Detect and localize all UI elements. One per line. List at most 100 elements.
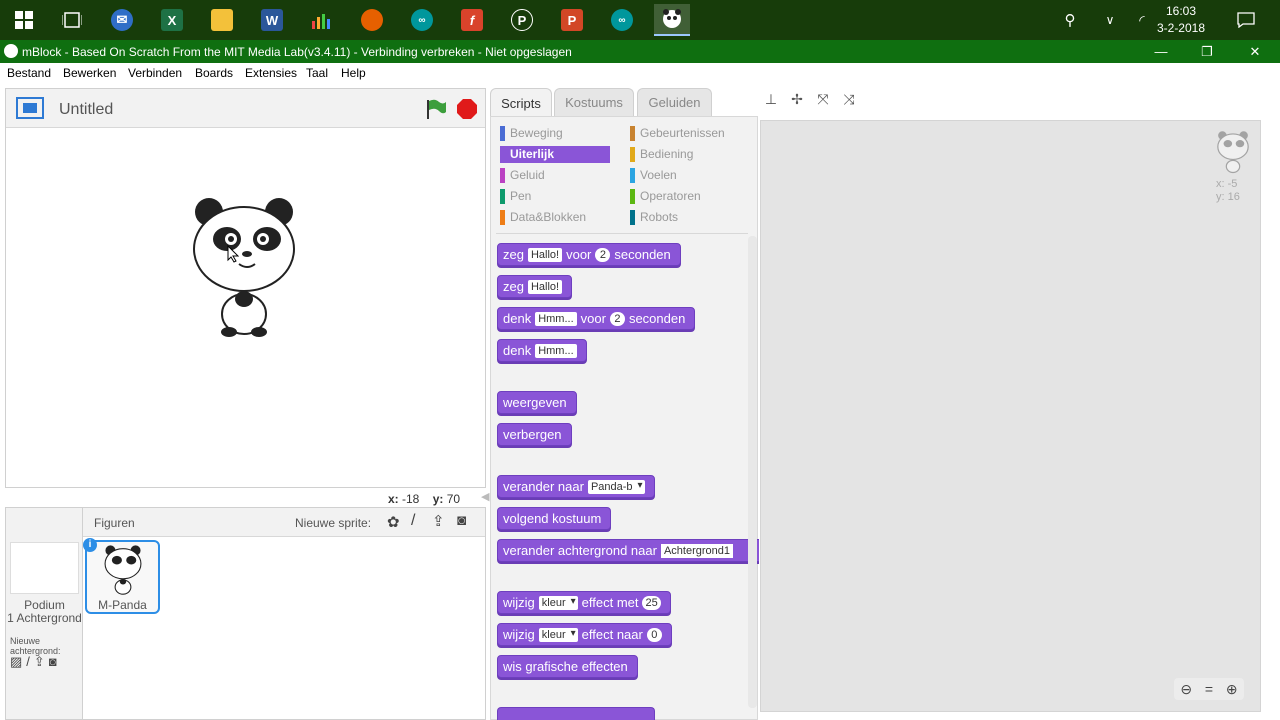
category-pen[interactable]: Pen bbox=[500, 188, 610, 205]
category-gebeurtenissen[interactable]: Gebeurtenissen bbox=[630, 125, 750, 142]
category-voelen[interactable]: Voelen bbox=[630, 167, 750, 184]
category-data-blokken[interactable]: Data&Blokken bbox=[500, 209, 610, 226]
category-uiterlijk[interactable]: Uiterlijk bbox=[500, 146, 610, 163]
category-beweging[interactable]: Beweging bbox=[500, 125, 610, 142]
block-think[interactable]: denk Hmm... bbox=[497, 339, 587, 362]
tray-overflow-button[interactable]: ∨ bbox=[1092, 4, 1128, 36]
script-area[interactable] bbox=[760, 120, 1261, 712]
powerpoint-button[interactable]: P bbox=[554, 4, 590, 36]
menu-bestand[interactable]: Bestand bbox=[7, 66, 51, 80]
menu-verbinden[interactable]: Verbinden bbox=[128, 66, 182, 80]
stop-button[interactable] bbox=[456, 98, 478, 123]
block-say-for-secs[interactable]: zeg Hallo! voor 2 seconden bbox=[497, 243, 681, 266]
sprite-upload-icon[interactable]: ⇪ bbox=[432, 512, 445, 530]
sprite-paint-icon[interactable]: / bbox=[411, 512, 415, 530]
mblock-taskbar-button[interactable] bbox=[654, 4, 690, 36]
menu-help[interactable]: Help bbox=[341, 66, 366, 80]
effect-dropdown[interactable]: kleur bbox=[538, 627, 578, 642]
menu-extensies[interactable]: Extensies bbox=[245, 66, 297, 80]
block-next-costume[interactable]: volgend kostuum bbox=[497, 507, 612, 530]
category-robots[interactable]: Robots bbox=[630, 209, 750, 226]
sprite-tile-m-panda[interactable]: i M-Panda bbox=[83, 538, 160, 614]
people-button[interactable]: ⚲ bbox=[1052, 4, 1088, 36]
sprite-library-icon[interactable]: ✿ bbox=[387, 513, 400, 531]
sprite-camera-icon[interactable]: ◙ bbox=[457, 512, 466, 529]
block-text-input[interactable]: Hallo! bbox=[527, 279, 563, 294]
backdrop-library-icon[interactable]: ▨ bbox=[10, 654, 22, 670]
stage-panda-sprite[interactable] bbox=[189, 194, 299, 342]
costume-dropdown[interactable]: Panda-b bbox=[587, 479, 645, 494]
block-text-input[interactable]: Hmm... bbox=[535, 343, 577, 358]
fullscreen-icon bbox=[16, 97, 44, 119]
block-partial-next[interactable] bbox=[497, 707, 655, 720]
block-think-for-secs[interactable]: denk Hmm... voor 2 seconden bbox=[497, 307, 696, 330]
restore-button[interactable]: ❐ bbox=[1184, 40, 1230, 63]
block-hide[interactable]: verbergen bbox=[497, 423, 572, 446]
excel-button[interactable]: X bbox=[154, 4, 190, 36]
category-geluid[interactable]: Geluid bbox=[500, 167, 610, 184]
effect-dropdown[interactable]: kleur bbox=[538, 595, 578, 610]
fritzing-button[interactable]: f bbox=[454, 4, 490, 36]
mouse-x-value: -18 bbox=[402, 492, 420, 506]
block-set-effect[interactable]: wijzigkleureffect naar0 bbox=[497, 623, 672, 646]
chevron-up-icon: ∨ bbox=[1105, 13, 1115, 27]
block-number-input[interactable]: 0 bbox=[646, 627, 662, 642]
block-clear-effects[interactable]: wis grafische effecten bbox=[497, 655, 638, 678]
duplicate-tool-button[interactable]: ⊥ bbox=[762, 90, 780, 108]
equalizer-app-button[interactable] bbox=[304, 4, 340, 36]
zoom-in-icon[interactable]: ⊕ bbox=[1226, 681, 1238, 698]
file-explorer-button[interactable] bbox=[204, 4, 240, 36]
block-number-input[interactable]: 2 bbox=[595, 247, 611, 262]
close-button[interactable]: ✕ bbox=[1232, 40, 1278, 63]
backdrop-upload-icon[interactable]: ⇪ bbox=[34, 654, 45, 670]
arduino-button[interactable]: ∞ bbox=[404, 4, 440, 36]
menu-boards[interactable]: Boards bbox=[195, 66, 233, 80]
tab-scripts[interactable]: Scripts bbox=[490, 88, 552, 117]
fullscreen-button[interactable] bbox=[16, 97, 44, 122]
block-switch-backdrop[interactable]: verander achtergrond naar Achtergrond1 bbox=[497, 539, 759, 562]
zoom-reset-icon[interactable]: = bbox=[1205, 681, 1213, 697]
block-say[interactable]: zeg Hallo! bbox=[497, 275, 573, 298]
block-change-effect[interactable]: wijzigkleureffect met25 bbox=[497, 591, 671, 614]
action-center-button[interactable] bbox=[1228, 4, 1264, 36]
category-bediening[interactable]: Bediening bbox=[630, 146, 750, 163]
backdrop-paint-icon[interactable]: / bbox=[26, 654, 30, 670]
word-button[interactable]: W bbox=[254, 4, 290, 36]
windows-taskbar: ✉ X W ∞ f P P ∞ ⚲ ∨ ◜ 16:03 3-2-2018 bbox=[0, 0, 1280, 40]
thunderbird-button[interactable]: ✉ bbox=[104, 4, 140, 36]
zoom-out-icon[interactable]: ⊖ bbox=[1180, 681, 1192, 698]
block-show[interactable]: weergeven bbox=[497, 391, 577, 414]
category-label: Data&Blokken bbox=[510, 210, 587, 224]
arduino-button-2[interactable]: ∞ bbox=[604, 4, 640, 36]
fritzing-icon: f bbox=[461, 9, 483, 31]
firefox-button[interactable] bbox=[354, 4, 390, 36]
pixel-app-button[interactable]: P bbox=[504, 4, 540, 36]
tab-kostuums[interactable]: Kostuums bbox=[554, 88, 634, 116]
block-number-input[interactable]: 25 bbox=[642, 595, 661, 610]
podium-thumbnail[interactable] bbox=[10, 542, 79, 594]
tab-geluiden[interactable]: Geluiden bbox=[637, 88, 712, 116]
menu-taal[interactable]: Taal bbox=[306, 66, 328, 80]
grow-tool-button[interactable]: ⤧ bbox=[814, 90, 832, 108]
minimize-button[interactable]: — bbox=[1138, 40, 1184, 63]
palette-scrollbar[interactable] bbox=[748, 236, 757, 708]
backdrop-dropdown[interactable]: Achtergrond1 bbox=[660, 543, 733, 558]
project-title[interactable]: Untitled bbox=[59, 101, 113, 119]
block-switch-costume[interactable]: verander naar Panda-b bbox=[497, 475, 655, 498]
arduino-icon: ∞ bbox=[611, 9, 633, 31]
delete-tool-button[interactable]: ✢ bbox=[788, 90, 806, 108]
start-button[interactable] bbox=[6, 4, 42, 36]
menu-bewerken[interactable]: Bewerken bbox=[63, 66, 116, 80]
tray-clock[interactable]: 16:03 3-2-2018 bbox=[1146, 3, 1216, 37]
category-label: Gebeurtenissen bbox=[640, 126, 725, 140]
collapse-stage-arrow[interactable]: ◀ bbox=[481, 490, 489, 503]
shrink-tool-button[interactable]: ⤨ bbox=[840, 90, 858, 108]
backdrop-camera-icon[interactable]: ◙ bbox=[49, 654, 57, 670]
info-icon[interactable]: i bbox=[83, 538, 97, 552]
category-operatoren[interactable]: Operatoren bbox=[630, 188, 750, 205]
block-text-input[interactable]: Hallo! bbox=[527, 247, 563, 262]
block-number-input[interactable]: 2 bbox=[609, 311, 625, 326]
task-view-button[interactable] bbox=[54, 4, 90, 36]
block-text-input[interactable]: Hmm... bbox=[535, 311, 577, 326]
green-flag-button[interactable] bbox=[425, 98, 447, 123]
